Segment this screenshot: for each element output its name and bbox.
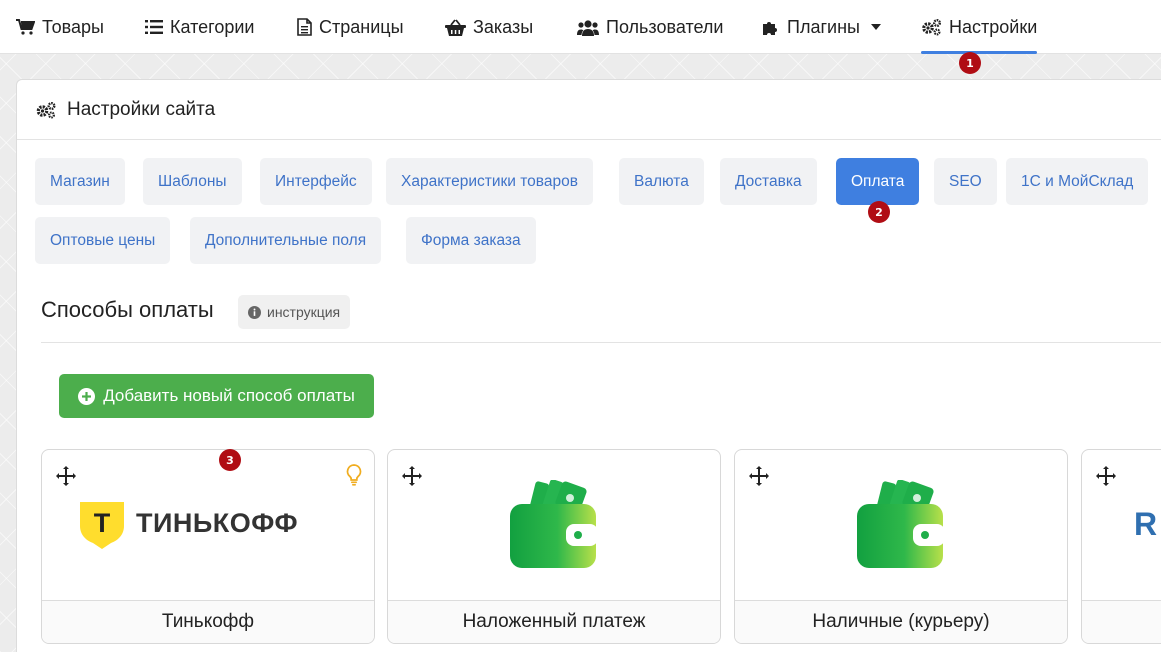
cogs-icon <box>922 19 941 36</box>
nav-item-categories[interactable]: Категории <box>145 0 254 54</box>
plus-circle-icon <box>78 387 96 405</box>
wallet-icon <box>857 480 945 568</box>
step-marker-2: 2 <box>868 201 890 223</box>
move-icon[interactable] <box>1096 466 1116 486</box>
nav-label: Категории <box>170 16 255 37</box>
nav-item-settings[interactable]: Настройки <box>921 0 1038 54</box>
section-title: Способы оплаты <box>41 297 214 322</box>
chevron-down-icon <box>870 24 881 30</box>
payment-card-partial[interactable]: R <box>1081 449 1161 644</box>
move-icon[interactable] <box>56 466 76 486</box>
tab-order-form[interactable]: Форма заказа <box>406 217 536 264</box>
card-header: Настройки сайта <box>17 80 1161 140</box>
puzzle-icon <box>763 22 777 35</box>
nav-label: Заказы <box>473 16 534 37</box>
tinkoff-logo-text: ТИНЬКОФФ <box>136 508 299 538</box>
payment-logo-area: R <box>1082 450 1161 601</box>
instruction-button[interactable]: инструкция <box>238 295 351 329</box>
payment-name: Тинькофф <box>42 600 374 643</box>
wallet-icon <box>510 480 598 568</box>
move-icon[interactable] <box>749 466 769 486</box>
add-button-label: Добавить новый способ оплаты <box>103 386 355 405</box>
payment-card-cash-courier[interactable]: Наличные (курьеру) <box>734 449 1068 644</box>
tab-extra-fields[interactable]: Дополнительные поля <box>190 217 382 264</box>
nav-label: Страницы <box>319 16 404 37</box>
nav-label: Товары <box>42 16 104 37</box>
tab-delivery[interactable]: Доставка <box>720 158 817 205</box>
info-icon <box>248 305 261 319</box>
file-icon <box>297 18 312 36</box>
partial-logo-text: R <box>1134 506 1158 542</box>
nav-item-users[interactable]: Пользователи <box>577 0 723 54</box>
add-payment-method-button[interactable]: Добавить новый способ оплаты <box>59 374 374 418</box>
page-title: Настройки сайта <box>67 98 216 120</box>
users-icon <box>577 19 599 36</box>
nav-item-orders[interactable]: Заказы <box>445 0 533 54</box>
cogs-icon <box>36 101 56 119</box>
tab-1c-moysklad[interactable]: 1С и МойСклад <box>1006 158 1149 205</box>
nav-item-plugins[interactable]: Плагины <box>762 0 881 54</box>
payment-name: Наличные (курьеру) <box>735 600 1067 643</box>
instruction-label: инструкция <box>267 304 341 320</box>
payment-name <box>1082 600 1161 643</box>
cart-icon <box>16 19 35 35</box>
tab-product-attributes[interactable]: Характеристики товаров <box>386 158 593 205</box>
top-navbar: Товары Категории Страницы Заказы Пользов… <box>0 0 1161 54</box>
nav-item-pages[interactable]: Страницы <box>297 0 404 54</box>
tab-currency[interactable]: Валюта <box>619 158 704 205</box>
tab-seo[interactable]: SEO <box>934 158 997 205</box>
tab-templates[interactable]: Шаблоны <box>143 158 242 205</box>
section-divider <box>41 342 1161 343</box>
tab-wholesale-prices[interactable]: Оптовые цены <box>35 217 171 264</box>
step-marker-3: 3 <box>219 449 241 471</box>
nav-label: Плагины <box>787 16 860 37</box>
tab-interface[interactable]: Интерфейс <box>260 158 372 205</box>
list-icon <box>145 20 163 34</box>
payment-logo-area <box>735 450 1067 601</box>
nav-item-products[interactable]: Товары <box>16 0 104 54</box>
nav-label: Настройки <box>949 16 1038 37</box>
move-icon[interactable] <box>402 466 422 486</box>
payment-card-tinkoff[interactable]: Т ТИНЬКОФФ Тинькофф <box>41 449 375 644</box>
payment-logo-area: Т ТИНЬКОФФ <box>42 450 374 601</box>
step-marker-1: 1 <box>959 52 981 74</box>
tab-payment[interactable]: Оплата <box>836 158 920 205</box>
payment-logo-area <box>388 450 720 601</box>
nav-label: Пользователи <box>606 16 724 37</box>
payment-card-cod[interactable]: Наложенный платеж <box>387 449 721 644</box>
tab-shop[interactable]: Магазин <box>35 158 125 205</box>
tinkoff-logo-letter: Т <box>93 508 111 538</box>
lightbulb-icon[interactable] <box>346 464 362 486</box>
basket-icon <box>445 18 466 36</box>
payment-name: Наложенный платеж <box>388 600 720 643</box>
